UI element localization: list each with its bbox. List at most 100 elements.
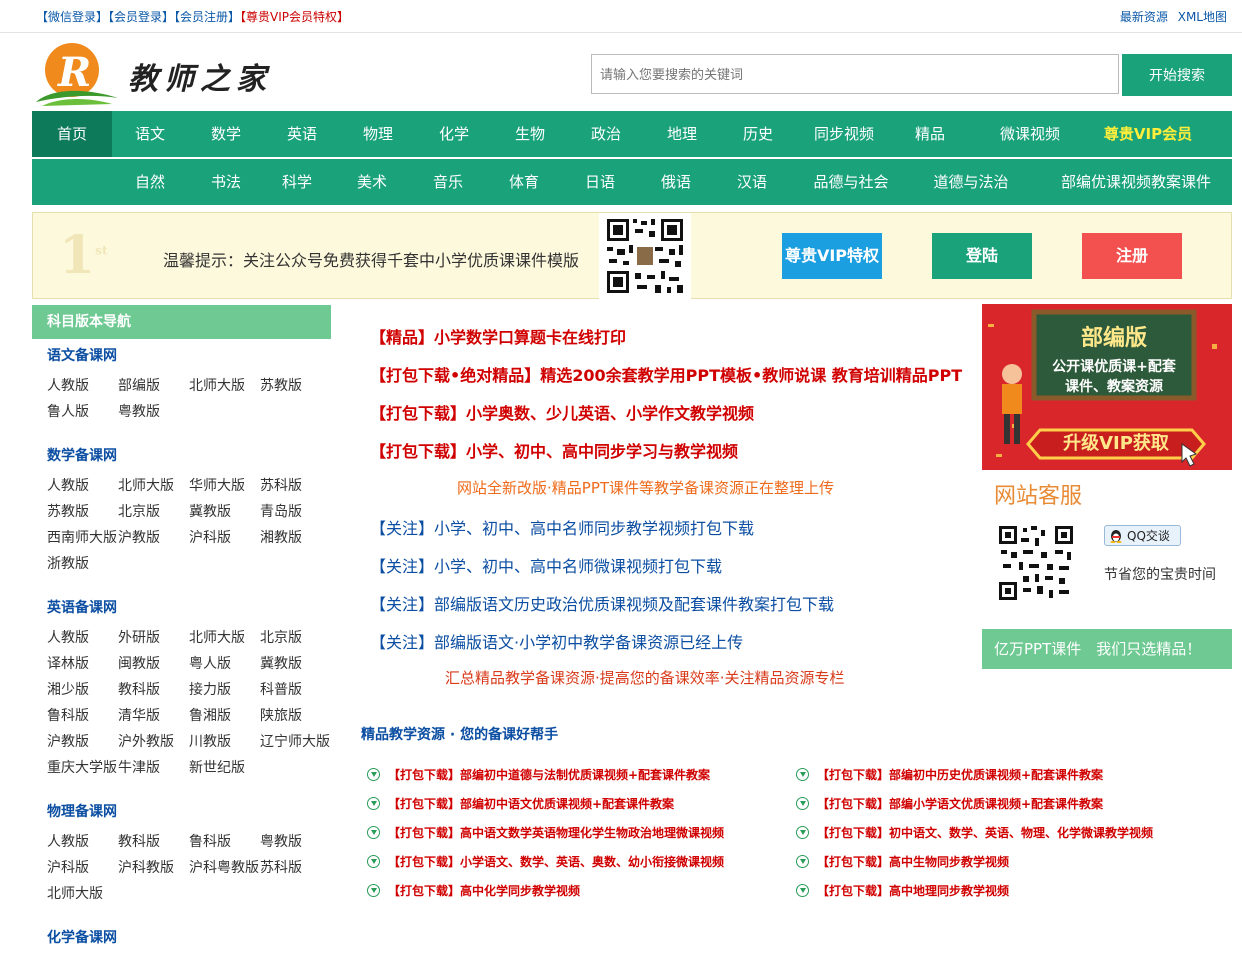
- sidebar-group-title[interactable]: 化学备课网: [47, 921, 337, 955]
- nav-japanese[interactable]: 日语: [562, 159, 638, 205]
- vip-privilege-link[interactable]: 【尊贵VIP会员特权】: [240, 10, 349, 24]
- resource-link[interactable]: 【打包下载】部编初中历史优质课视频+配套课件教案: [796, 766, 1103, 783]
- sidebar-version-link[interactable]: 人教版: [47, 829, 118, 855]
- nav-premium[interactable]: 精品: [892, 111, 968, 157]
- nav-biology[interactable]: 生物: [492, 111, 568, 157]
- sidebar-version-link[interactable]: 沪外教版: [118, 729, 189, 755]
- sidebar-version-link[interactable]: 湘教版: [260, 525, 331, 551]
- resource-link[interactable]: 【打包下载】小学语文、数学、英语、奥数、幼小衔接微课视频: [367, 853, 724, 870]
- nav-calligraphy[interactable]: 书法: [188, 159, 264, 205]
- nav-math[interactable]: 数学: [188, 111, 264, 157]
- resource-link[interactable]: 【打包下载】高中语文数学英语物理化学生物政治地理微课视频: [367, 824, 724, 841]
- search-input[interactable]: [591, 54, 1119, 94]
- sidebar-version-link[interactable]: 浙教版: [47, 551, 118, 577]
- nav-micro-video[interactable]: 微课视频: [968, 111, 1092, 157]
- nav-unified-courses[interactable]: 部编优课视频教案课件: [1044, 159, 1228, 205]
- nav-chinese[interactable]: 语文: [112, 111, 188, 157]
- sidebar-version-link[interactable]: 北师大版: [118, 473, 189, 499]
- nav-nature[interactable]: 自然: [112, 159, 188, 205]
- nav-home[interactable]: 首页: [32, 111, 112, 157]
- sidebar-group-title[interactable]: 物理备课网: [47, 795, 337, 829]
- sidebar-version-link[interactable]: 北京版: [118, 499, 189, 525]
- nav-science[interactable]: 科学: [264, 159, 330, 205]
- sidebar-version-link[interactable]: 华师大版: [189, 473, 260, 499]
- sidebar-version-link[interactable]: 西南师大版: [47, 525, 118, 551]
- site-logo[interactable]: R 教师之家: [32, 40, 282, 106]
- nav-morality-society[interactable]: 品德与社会: [796, 159, 906, 205]
- vip-promo-banner[interactable]: 部编版 公开课优质课+配套 课件、教案资源 升级VIP获取: [982, 304, 1232, 470]
- sidebar-version-link[interactable]: 闽教版: [118, 651, 189, 677]
- sidebar-version-link[interactable]: 鲁科版: [189, 829, 260, 855]
- sidebar-version-link[interactable]: 粤教版: [260, 829, 331, 855]
- qq-chat-button[interactable]: QQ交谈: [1104, 525, 1181, 546]
- sidebar-group-title[interactable]: 语文备课网: [47, 339, 337, 373]
- sidebar-version-link[interactable]: 教科版: [118, 677, 189, 703]
- resource-link[interactable]: 【打包下载】高中生物同步教学视频: [796, 853, 1009, 870]
- sidebar-group-title[interactable]: 英语备课网: [47, 591, 337, 625]
- sidebar-version-link[interactable]: 湘少版: [47, 677, 118, 703]
- announcement-link[interactable]: 【关注】小学、初中、高中名师同步教学视频打包下载: [370, 515, 970, 539]
- nav-russian[interactable]: 俄语: [638, 159, 714, 205]
- sidebar-group-title[interactable]: 数学备课网: [47, 439, 337, 473]
- resource-link[interactable]: 【打包下载】部编初中语文优质课视频+配套课件教案: [367, 795, 674, 812]
- sidebar-version-link[interactable]: 北京版: [260, 625, 331, 651]
- latest-resources-link[interactable]: 最新资源: [1120, 10, 1168, 24]
- sidebar-version-link[interactable]: 新世纪版: [189, 755, 260, 781]
- register-button[interactable]: 注册: [1082, 233, 1182, 279]
- sidebar-version-link[interactable]: 青岛版: [260, 499, 331, 525]
- sidebar-version-link[interactable]: 人教版: [47, 625, 118, 651]
- nav-sync-video[interactable]: 同步视频: [796, 111, 892, 157]
- sidebar-version-link[interactable]: 冀教版: [189, 499, 260, 525]
- sidebar-version-link[interactable]: 重庆大学版: [47, 755, 118, 781]
- sidebar-version-link[interactable]: 人教版: [47, 373, 118, 399]
- sidebar-version-link[interactable]: 沪教版: [118, 525, 189, 551]
- sidebar-version-link[interactable]: 教科版: [118, 829, 189, 855]
- nav-vip-member[interactable]: 尊贵VIP会员: [1092, 111, 1204, 157]
- sidebar-version-link[interactable]: 译林版: [47, 651, 118, 677]
- sidebar-version-link[interactable]: 苏教版: [47, 499, 118, 525]
- sidebar-version-link[interactable]: 粤人版: [189, 651, 260, 677]
- announcement-link[interactable]: 网站全新改版·精品PPT课件等教学备课资源正在整理上传: [457, 477, 1057, 498]
- sidebar-version-link[interactable]: 冀教版: [260, 651, 331, 677]
- sidebar-version-link[interactable]: 苏科版: [260, 473, 331, 499]
- resource-link[interactable]: 【打包下载】部编小学语文优质课视频+配套课件教案: [796, 795, 1103, 812]
- sidebar-version-link[interactable]: 粤教版: [118, 399, 189, 425]
- sidebar-version-link[interactable]: 接力版: [189, 677, 260, 703]
- announcement-link[interactable]: 【精品】小学数学口算题卡在线打印: [370, 324, 970, 348]
- sidebar-version-link[interactable]: 清华版: [118, 703, 189, 729]
- search-button[interactable]: 开始搜索: [1122, 54, 1232, 96]
- sidebar-version-link[interactable]: 科普版: [260, 677, 331, 703]
- nav-art[interactable]: 美术: [334, 159, 410, 205]
- nav-english[interactable]: 英语: [264, 111, 340, 157]
- sidebar-version-link[interactable]: 人教版: [47, 473, 118, 499]
- sidebar-version-link[interactable]: 部编版: [118, 373, 189, 399]
- sidebar-version-link[interactable]: 沪科版: [189, 525, 260, 551]
- sidebar-version-link[interactable]: 沪教版: [47, 729, 118, 755]
- announcement-link[interactable]: 汇总精品教学备课资源·提高您的备课效率·关注精品资源专栏: [445, 667, 1045, 688]
- sidebar-version-link[interactable]: 川教版: [189, 729, 260, 755]
- login-button[interactable]: 登陆: [932, 233, 1032, 279]
- announcement-link[interactable]: 【关注】小学、初中、高中名师微课视频打包下载: [370, 553, 970, 577]
- sidebar-version-link[interactable]: 沪科粤教版: [189, 855, 260, 881]
- sidebar-version-link[interactable]: 鲁科版: [47, 703, 118, 729]
- nav-chemistry[interactable]: 化学: [416, 111, 492, 157]
- nav-geography[interactable]: 地理: [644, 111, 720, 157]
- sidebar-version-link[interactable]: 苏教版: [260, 373, 331, 399]
- nav-history[interactable]: 历史: [720, 111, 796, 157]
- resource-link[interactable]: 【打包下载】部编初中道德与法制优质课视频+配套课件教案: [367, 766, 710, 783]
- sidebar-version-link[interactable]: 北师大版: [189, 373, 260, 399]
- nav-physics[interactable]: 物理: [340, 111, 416, 157]
- announcement-link[interactable]: 【关注】部编版语文历史政治优质课视频及配套课件教案打包下载: [370, 591, 970, 615]
- nav-music[interactable]: 音乐: [410, 159, 486, 205]
- resource-link[interactable]: 【打包下载】初中语文、数学、英语、物理、化学微课教学视频: [796, 824, 1153, 841]
- nav-chinese-lang[interactable]: 汉语: [714, 159, 790, 205]
- member-register-link[interactable]: 【会员注册】: [174, 10, 240, 24]
- sidebar-version-link[interactable]: 北师大版: [189, 625, 260, 651]
- sidebar-version-link[interactable]: 北师大版: [47, 881, 118, 907]
- sidebar-version-link[interactable]: 沪科教版: [118, 855, 189, 881]
- resource-link[interactable]: 【打包下载】高中地理同步教学视频: [796, 882, 1009, 899]
- sidebar-version-link[interactable]: 辽宁师大版: [260, 729, 331, 755]
- xml-map-link[interactable]: XML地图: [1178, 10, 1227, 24]
- announcement-link[interactable]: 【打包下载】小学、初中、高中同步学习与教学视频: [370, 438, 970, 462]
- vip-privilege-button[interactable]: 尊贵VIP特权: [782, 233, 882, 279]
